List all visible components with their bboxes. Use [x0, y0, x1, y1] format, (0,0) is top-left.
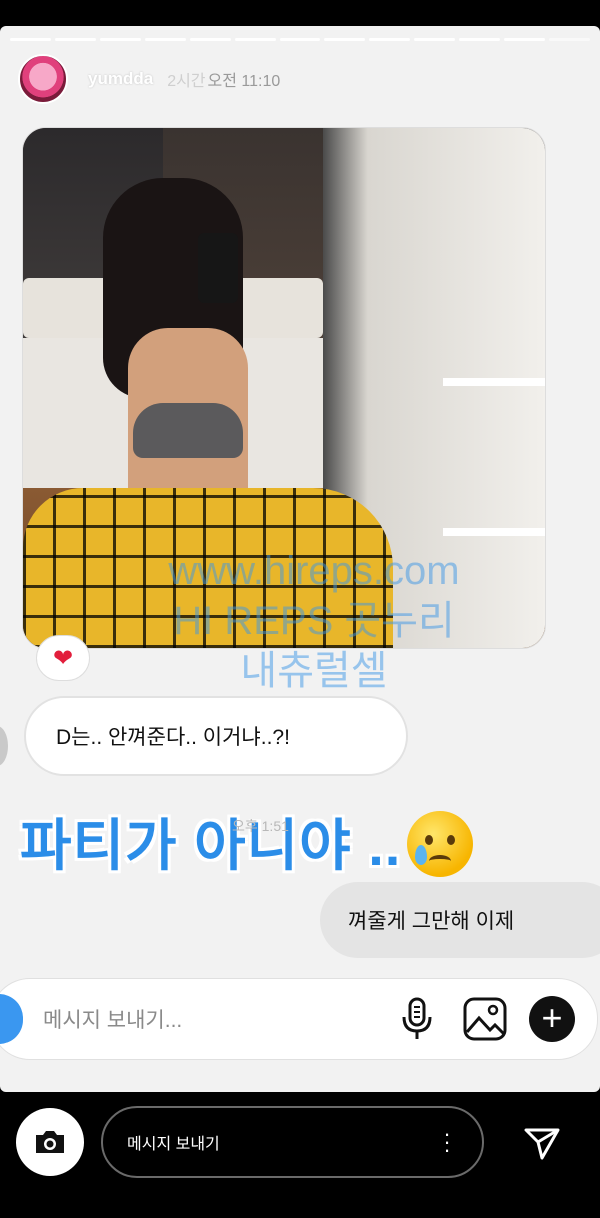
heart-reaction-icon[interactable]: ❤ [36, 635, 90, 681]
crying-face-icon [407, 811, 474, 878]
progress-segment [369, 38, 411, 41]
progress-segment [279, 38, 321, 41]
photo-subject [83, 178, 283, 498]
dm-composer: 메시지 보내기... + [0, 978, 598, 1060]
progress-segment [54, 38, 96, 41]
progress-segment [99, 38, 141, 41]
progress-segment [459, 38, 501, 41]
story-header: yumdda 2시간 오전 11:10 [18, 54, 280, 104]
composer-camera-button[interactable] [0, 994, 23, 1044]
sticker-text: 파티가 아니야 .. [20, 814, 402, 877]
sender-avatar-edge [0, 726, 8, 766]
story-progress-bar [10, 38, 590, 41]
story-clock: 오전 11:10 [207, 73, 281, 90]
progress-segment [414, 38, 456, 41]
message-timestamp: 오후 1:51 [232, 818, 289, 834]
text-sticker: 파티가 아니야 .. [20, 801, 474, 883]
reply-input[interactable]: 메시지 보내기 · · · [101, 1106, 484, 1178]
incoming-message-text: D는.. 안껴준다.. 이거냐..?! [56, 726, 290, 749]
story-time-ago: 2시간 [167, 73, 206, 90]
outgoing-message-bubble[interactable]: 껴줄게 그만해 이제 [320, 882, 600, 958]
progress-segment [504, 38, 546, 41]
microphone-icon[interactable] [393, 995, 441, 1043]
progress-segment [10, 38, 51, 41]
camera-icon[interactable] [16, 1108, 84, 1176]
progress-segment [234, 38, 276, 41]
progress-segment [324, 38, 366, 41]
reply-placeholder: 메시지 보내기 [127, 1136, 220, 1153]
story-reply-bar: 메시지 보내기 · · · [0, 1092, 600, 1218]
story-screen: yumdda 2시간 오전 11:10 ❤ D는.. 안껴준다.. 이거냐..?… [0, 26, 600, 1092]
add-button[interactable]: + [529, 996, 575, 1042]
incoming-message-bubble[interactable]: D는.. 안껴준다.. 이거냐..?! [24, 696, 408, 776]
message-input[interactable]: 메시지 보내기... [43, 1004, 393, 1034]
gallery-icon[interactable] [461, 995, 509, 1043]
avatar[interactable] [18, 54, 68, 104]
more-options-icon[interactable]: · · · [432, 1123, 462, 1161]
progress-segment [549, 38, 590, 41]
progress-segment [189, 38, 231, 41]
outgoing-message-text: 껴줄게 그만해 이제 [348, 910, 515, 933]
shared-photo[interactable] [22, 127, 546, 649]
send-icon[interactable] [520, 1124, 564, 1164]
username[interactable]: yumdda [88, 69, 153, 89]
progress-segment [144, 38, 186, 41]
